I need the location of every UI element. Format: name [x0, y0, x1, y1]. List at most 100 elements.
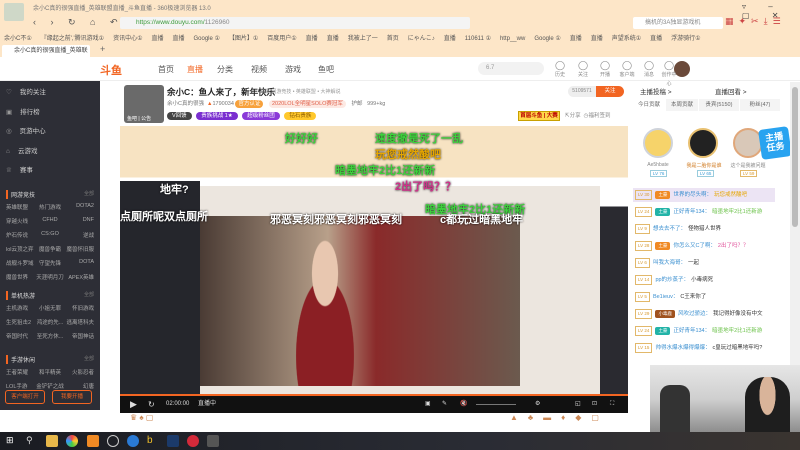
streamer-name[interactable]: 余小C真的很强 [167, 101, 204, 107]
bookmark-item[interactable]: Google ① [193, 36, 219, 42]
bookmark-item[interactable]: 【图片】① [229, 36, 258, 42]
game-link[interactable]: 守望先锋 [35, 259, 64, 267]
game-link[interactable]: 英雄联盟 [6, 203, 35, 211]
game-link[interactable]: APEX英雄 [65, 273, 94, 281]
page-scrollbar[interactable] [790, 82, 800, 412]
game-link[interactable]: CFHD [35, 217, 64, 225]
bookmark-item[interactable]: にゃんこ♪ [408, 36, 435, 42]
game-link[interactable]: 金铲铲之战 [35, 382, 64, 390]
category-breadcrumb[interactable]: 网游竞技 • 英雄联盟 • 大神解说 [271, 89, 340, 95]
fan-club-badge[interactable]: 超级粉丝团 [242, 112, 280, 120]
streamer-avatar[interactable]: 鱼吧 | 公告 [124, 85, 164, 123]
game-link[interactable]: lol云顶之弈 [6, 245, 35, 253]
settings-icon[interactable]: ⚙ [535, 396, 540, 413]
noble-challenge-badge[interactable]: 贵族挑战 1★ [196, 112, 238, 120]
game-link[interactable]: 逃离塔科夫 [65, 318, 94, 326]
sidebar-item[interactable]: ♕ 赛事 [6, 164, 33, 174]
share-button[interactable]: 分享 [570, 113, 581, 119]
chat-username[interactable]: 想去去不了： [653, 226, 686, 232]
rank-avatar-2[interactable] [643, 128, 673, 158]
room-category[interactable]: 举报 网游竞技 • 英雄联盟 • 大神解说 [260, 88, 340, 95]
game-link[interactable]: 逆战 [65, 231, 94, 239]
share-links[interactable]: ⇱分享 ◷福利签到 [565, 111, 611, 119]
sidebar-section-more[interactable]: 全部 [84, 355, 94, 362]
file-explorer-icon[interactable] [46, 435, 58, 447]
vip-badge[interactable]: V回馈 [167, 112, 192, 120]
game-link[interactable]: DNF [65, 217, 94, 225]
danmaku-toggle-icon[interactable]: ▣ [425, 396, 431, 413]
game-link[interactable]: 热门游戏 [35, 203, 64, 211]
bookmark-item[interactable]: 直播 [444, 36, 456, 42]
game-link[interactable]: 鸿途的先... [35, 318, 64, 326]
game-link[interactable]: 生死狙击2 [6, 318, 35, 326]
report-link[interactable]: 举报 [260, 89, 270, 95]
rank-avatar-1[interactable] [688, 128, 718, 158]
chat-username[interactable]: pp的炒蒸子： [655, 277, 689, 283]
chat-username[interactable]: Be1ieuv： [653, 294, 678, 300]
new-tab-button[interactable]: + [100, 44, 105, 54]
chat-username[interactable]: 世界的尽头啊： [673, 192, 712, 198]
game-link[interactable]: 帝国时代 [6, 332, 35, 340]
sidebar-item[interactable]: ◎ 页游中心 [6, 125, 46, 135]
bookmark-item[interactable]: 直播 [306, 36, 318, 42]
start-stream-button[interactable]: 我要开播 [52, 390, 92, 404]
game-link[interactable]: DOTA [65, 259, 94, 267]
nav-category[interactable]: 分类 [217, 64, 233, 75]
bookmark-item[interactable]: 百度用户① [267, 36, 296, 42]
tab-today-contrib[interactable]: 今日贡献 [633, 99, 665, 111]
gift-icons-left[interactable]: ♛ ♠ ▢ [130, 413, 153, 422]
tab-vip[interactable]: 贵宾(5150) [699, 99, 739, 111]
game-link[interactable]: 王者荣耀 [6, 368, 35, 376]
browser-tab[interactable]: 余小C真的很强直播_英雄联盟直 [2, 45, 90, 66]
game-link[interactable]: 魔兽争霸 [35, 245, 64, 253]
bookmark-item[interactable]: 『缘起之前','腾讯游戏① [41, 36, 104, 42]
client-button[interactable]: ◯ 客户端 [618, 61, 636, 80]
bookmark-item[interactable]: 直播 [591, 36, 603, 42]
play-icon[interactable]: ▶ [130, 396, 137, 413]
game-link[interactable]: 炉石传说 [6, 231, 35, 239]
edit-icon[interactable]: ✎ [442, 396, 447, 413]
nav-live[interactable]: 直播 [187, 64, 203, 75]
bookmark-item[interactable]: 余小C不① [4, 36, 32, 42]
promo-banner[interactable]: 首届斗鱼 | 大赛 [518, 111, 560, 121]
site-search-input[interactable]: 6.7 [478, 62, 544, 75]
game-link[interactable]: 天涯明月刀 [35, 273, 64, 281]
windows-start-icon[interactable]: ⊞ [6, 435, 18, 447]
app-icon[interactable] [207, 435, 219, 447]
app-icon[interactable] [87, 435, 99, 447]
game-link[interactable]: 和平精英 [35, 368, 64, 376]
game-link[interactable]: 幻唐 [65, 382, 94, 390]
edge-icon[interactable] [127, 435, 139, 447]
sidebar-item[interactable]: ♡ 我的关注 [6, 86, 46, 96]
browser-profile-avatar[interactable] [4, 3, 24, 21]
open-client-button[interactable]: 客户端打开 [5, 390, 45, 404]
browser-icon[interactable] [66, 435, 78, 447]
douyu-logo[interactable]: 斗鱼 [100, 62, 132, 77]
game-link[interactable]: CS:GO [35, 231, 64, 239]
creator-button[interactable]: ◯ 创作中心 [660, 61, 678, 89]
app-icon[interactable] [107, 435, 119, 447]
bookmark-item[interactable]: 直播 [570, 36, 582, 42]
bookmark-item[interactable]: 我被上了一 [348, 36, 378, 42]
bookmark-item[interactable]: 资讯中心① [113, 36, 142, 42]
bookmark-item[interactable]: Google ① [534, 36, 560, 42]
search-icon[interactable]: ⚲ [26, 435, 38, 447]
nav-video[interactable]: 视频 [251, 64, 267, 75]
chat-username[interactable]: 你怎么又C了啊： [673, 243, 715, 249]
chat-username[interactable]: 正好青年134： [673, 328, 710, 334]
game-link[interactable]: DOTA2 [65, 203, 94, 211]
game-link[interactable]: 魔兽怀旧服 [65, 245, 94, 253]
replay-link[interactable]: 直播回看 > [715, 86, 747, 96]
address-bar[interactable]: https://www.douyu.com/1126960 [120, 17, 470, 29]
bookmark-item[interactable]: 浮游骑行① [671, 36, 700, 42]
gift-bar[interactable]: ♛ ♠ ▢ ▲♣▬♦◆▢ [120, 413, 628, 431]
pip-icon[interactable]: ◱ [575, 396, 581, 413]
bookmark-item[interactable]: 110611 ① [465, 36, 491, 42]
tab-fans[interactable]: 粉丝(47) [740, 99, 780, 111]
bookmark-item[interactable]: 直播 [172, 36, 184, 42]
chat-username[interactable]: 叫我大海哥： [653, 260, 686, 266]
game-link[interactable]: 穿越火线 [6, 217, 35, 225]
heart-button[interactable]: ◯ 关注 [574, 61, 592, 80]
game-link[interactable]: 魔兽世界 [6, 273, 35, 281]
game-link[interactable]: 至死方休... [35, 332, 64, 340]
